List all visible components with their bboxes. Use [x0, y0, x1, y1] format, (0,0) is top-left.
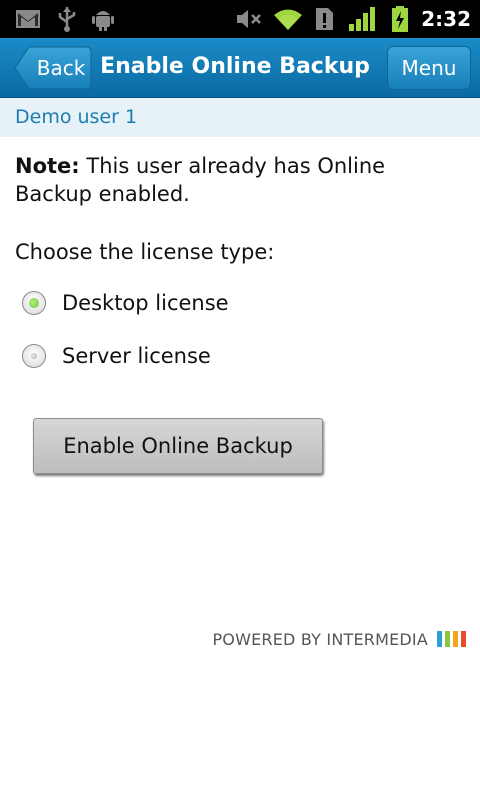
page-title: Enable Online Backup [100, 54, 370, 79]
note-label: Note: [15, 154, 80, 178]
radio-selected-dot [29, 298, 39, 308]
signal-icon [346, 0, 378, 38]
note-message: Note: This user already has Online Backu… [15, 152, 465, 208]
user-name: Demo user 1 [15, 106, 138, 128]
logo-bar [445, 631, 450, 647]
back-button[interactable]: Back [14, 46, 92, 90]
radio-button[interactable] [22, 344, 46, 368]
powered-by-text: POWERED BY INTERMEDIA [212, 629, 428, 649]
intermedia-logo-icon [434, 631, 466, 647]
wifi-icon [272, 0, 304, 38]
usb-icon [54, 0, 80, 38]
user-subheader: Demo user 1 [0, 98, 480, 137]
radio-label: Server license [62, 344, 211, 368]
gmail-icon [14, 0, 42, 38]
radio-server-license[interactable]: Server license [22, 341, 211, 371]
status-bar: 2:32 [0, 0, 480, 38]
radio-label: Desktop license [62, 291, 229, 315]
menu-button[interactable]: Menu [387, 46, 471, 90]
android-debug-icon [90, 0, 116, 38]
back-button-label: Back [36, 56, 86, 80]
sim-alert-icon [312, 0, 336, 38]
battery-charging-icon [388, 0, 412, 38]
radio-selected-dot [31, 353, 37, 359]
enable-online-backup-button[interactable]: Enable Online Backup [33, 418, 323, 474]
title-bar: Back Enable Online Backup Menu [0, 38, 480, 98]
logo-bar [453, 631, 458, 647]
mute-icon [234, 0, 264, 38]
logo-bar [437, 631, 442, 647]
logo-bar [461, 631, 466, 647]
clock: 2:32 [421, 7, 471, 31]
radio-desktop-license[interactable]: Desktop license [22, 288, 229, 318]
radio-button[interactable] [22, 291, 46, 315]
powered-by-footer: POWERED BY INTERMEDIA [212, 628, 466, 650]
license-type-label: Choose the license type: [15, 240, 275, 264]
